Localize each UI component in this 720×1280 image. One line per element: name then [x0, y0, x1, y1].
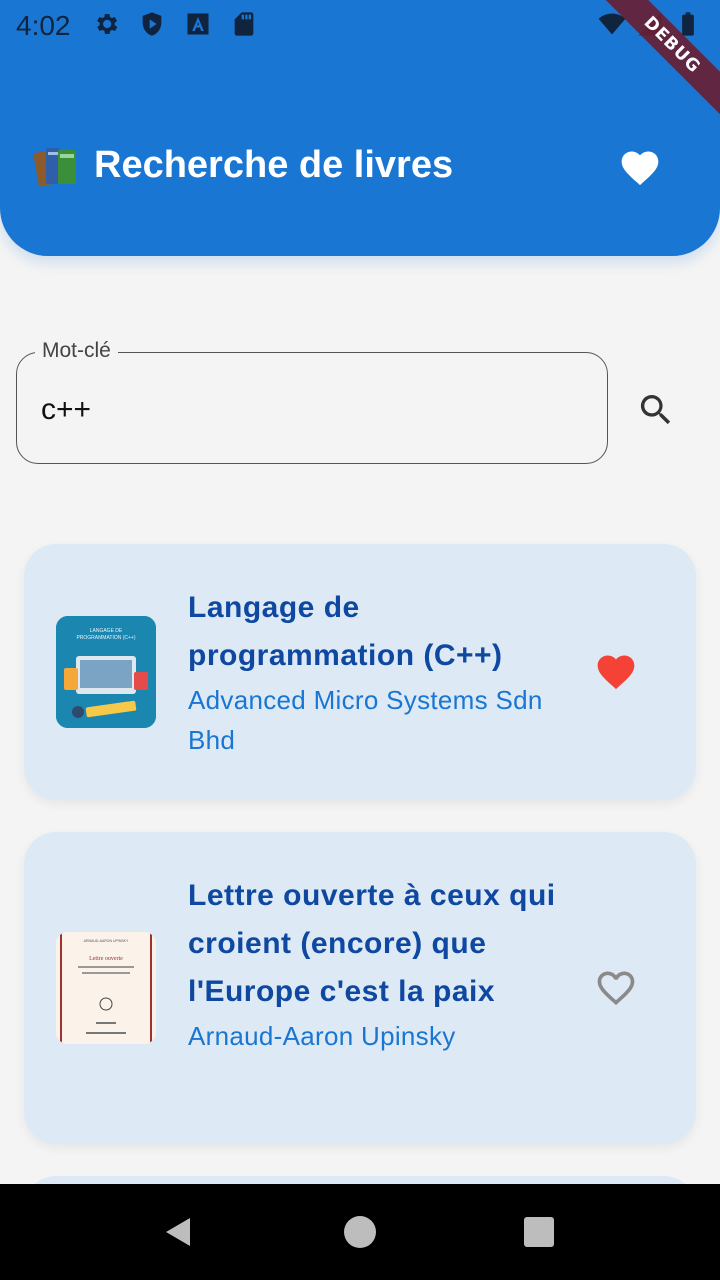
heart-filled-icon: [597, 655, 635, 690]
book-info: Lettre ouverte à ceux qui croient (encor…: [188, 872, 568, 1056]
font-a-icon: [187, 13, 209, 35]
status-icons: [92, 10, 258, 38]
book-title: Langage de programmation (C++): [188, 591, 503, 672]
home-icon[interactable]: [344, 1216, 376, 1248]
svg-text:PROGRAMMATION (C++): PROGRAMMATION (C++): [76, 635, 135, 641]
app-bar: 4:02 Recherche de livres DEBUG: [0, 0, 720, 256]
search-button[interactable]: [630, 384, 682, 436]
search-input[interactable]: Mot-clé c++: [16, 339, 608, 464]
back-icon[interactable]: [162, 1216, 194, 1248]
recents-icon[interactable]: [524, 1217, 554, 1247]
cover-art: ARNAUD-AARON UPINSKY Lettre ouverte: [56, 932, 156, 1044]
book-author: Arnaud-Aaron Upinsky: [188, 1021, 456, 1051]
svg-text:ARNAUD-AARON UPINSKY: ARNAUD-AARON UPINSKY: [84, 939, 129, 943]
favorite-toggle[interactable]: [592, 648, 640, 696]
book-cover: LANGAGE DE PROGRAMMATION (C++): [56, 616, 156, 728]
book-author: Advanced Micro Systems Sdn Bhd: [188, 685, 543, 755]
svg-text:LANGAGE DE: LANGAGE DE: [90, 628, 123, 634]
navigation-bar: [0, 1184, 720, 1280]
heart-outline-icon: [597, 971, 635, 1006]
shield-icon: [142, 12, 162, 36]
list-item[interactable]: ARNAUD-AARON UPINSKY Lettre ouverte Lett…: [24, 832, 696, 1144]
search-value[interactable]: c++: [41, 393, 91, 427]
cover-title: Lettre ouverte: [89, 956, 123, 962]
books-icon: [33, 148, 76, 187]
heart-icon: [621, 151, 659, 186]
settings-icon: [97, 13, 118, 35]
cover-art: LANGAGE DE PROGRAMMATION (C++): [56, 616, 156, 728]
search-label: Mot-clé: [35, 339, 118, 363]
status-time: 4:02: [16, 10, 71, 41]
app-title-wrap: Recherche de livres: [32, 140, 453, 190]
book-cover: ARNAUD-AARON UPINSKY Lettre ouverte: [56, 932, 156, 1044]
sd-card-icon: [234, 12, 254, 36]
favorite-toggle[interactable]: [592, 964, 640, 1012]
book-info: Langage de programmation (C++) Advanced …: [188, 584, 568, 760]
book-title: Lettre ouverte à ceux qui croient (encor…: [188, 879, 556, 1008]
list-item[interactable]: LANGAGE DE PROGRAMMATION (C++) Langage d…: [24, 544, 696, 800]
search-icon: [640, 395, 671, 425]
favorites-button[interactable]: [614, 142, 666, 194]
page-title: Recherche de livres: [94, 143, 454, 186]
